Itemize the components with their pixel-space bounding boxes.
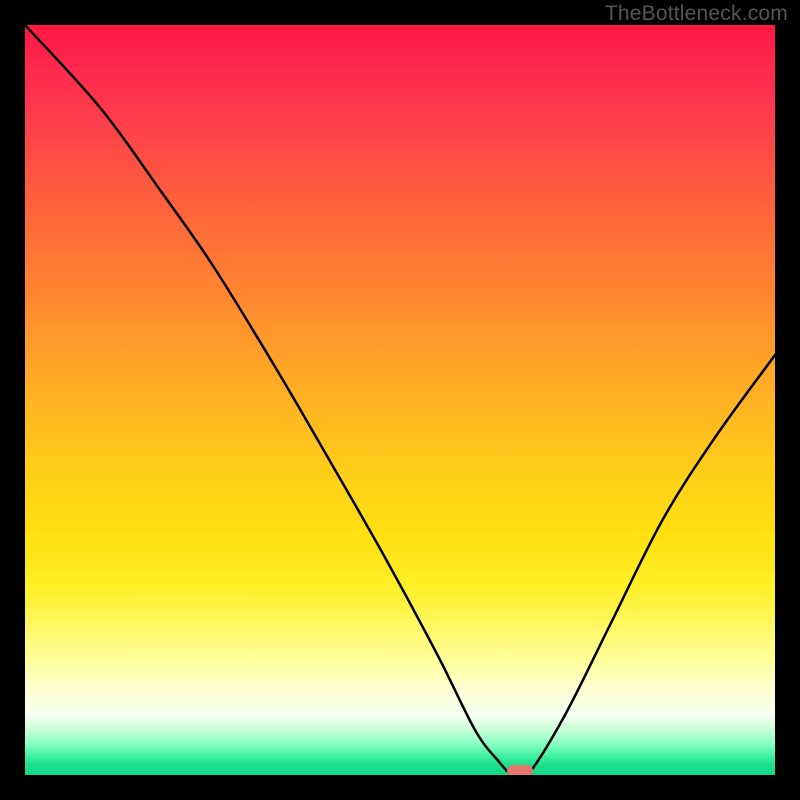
plot-area <box>25 25 775 775</box>
optimal-marker <box>507 765 533 775</box>
watermark-text: TheBottleneck.com <box>605 2 788 26</box>
chart-frame: TheBottleneck.com <box>0 0 800 800</box>
bottleneck-curve <box>25 25 775 775</box>
